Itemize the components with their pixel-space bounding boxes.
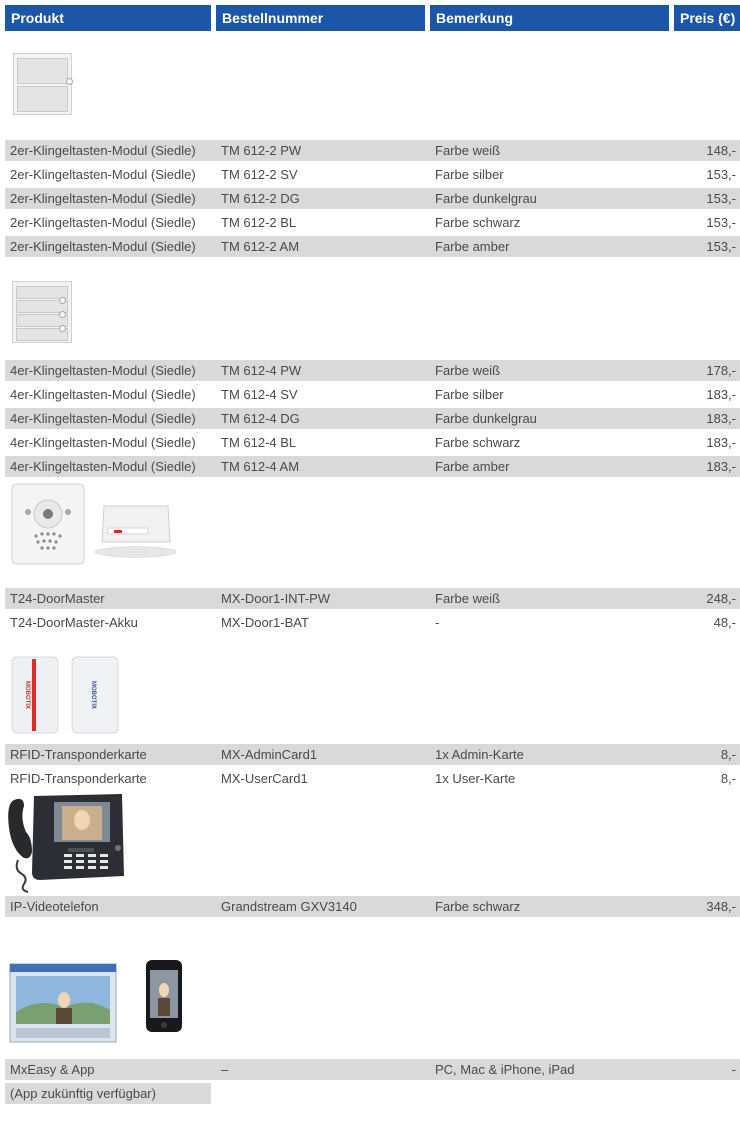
produkt-cell: RFID-Transponderkarte — [10, 771, 147, 786]
bemerkung-cell: PC, Mac & iPhone, iPad — [435, 1062, 575, 1077]
bemerkung-cell: Farbe amber — [435, 459, 510, 474]
preis-cell: 148,- — [706, 143, 736, 158]
table-row: 2er-Klingeltasten-Modul (Siedle) TM 612-… — [5, 236, 740, 257]
preis-cell: 153,- — [706, 191, 736, 206]
table-row: 4er-Klingeltasten-Modul (Siedle) TM 612-… — [5, 456, 740, 477]
preis-cell: 48,- — [713, 615, 736, 630]
produkt-cell: 2er-Klingeltasten-Modul (Siedle) — [10, 143, 196, 158]
mxeasy-and-app-image — [8, 958, 188, 1050]
bestellnummer-cell: TM 612-2 DG — [221, 191, 300, 206]
bemerkung-cell: 1x User-Karte — [435, 771, 516, 786]
table-row: 2er-Klingeltasten-Modul (Siedle) TM 612-… — [5, 140, 740, 161]
bestellnummer-cell: Grandstream GXV3140 — [221, 899, 357, 914]
bemerkung-cell: Farbe dunkelgrau — [435, 411, 537, 426]
produkt-cell: MxEasy & App — [10, 1062, 95, 1077]
preis-cell: 183,- — [706, 459, 736, 474]
table-row: 2er-Klingeltasten-Modul (Siedle) TM 612-… — [5, 188, 740, 209]
produkt-cell: IP-Videotelefon — [10, 899, 99, 914]
siedle-4-button-module-image — [12, 281, 72, 343]
table-row: 4er-Klingeltasten-Modul (Siedle) TM 612-… — [5, 432, 740, 453]
col-header-bemerkung: Bemerkung — [430, 5, 669, 31]
col-header-bestellnummer: Bestellnummer — [216, 5, 425, 31]
preis-cell: - — [731, 1062, 736, 1077]
bemerkung-cell: - — [435, 615, 440, 630]
bemerkung-cell: Farbe dunkelgrau — [435, 191, 537, 206]
table-row: 2er-Klingeltasten-Modul (Siedle) TM 612-… — [5, 212, 740, 233]
produkt-cell: T24-DoorMaster-Akku — [10, 615, 138, 630]
bemerkung-cell: 1x Admin-Karte — [435, 747, 524, 762]
table-row: T24-DoorMaster-Akku MX-Door1-BAT - 48,- — [5, 612, 740, 633]
bestellnummer-cell: MX-Door1-BAT — [221, 615, 309, 630]
preis-cell: 178,- — [706, 363, 736, 378]
bestellnummer-cell: TM 612-2 AM — [221, 239, 300, 254]
bestellnummer-cell: TM 612-4 DG — [221, 411, 300, 426]
bestellnummer-cell: TM 612-4 SV — [221, 387, 298, 402]
bemerkung-cell: Farbe amber — [435, 239, 510, 254]
preis-cell: 153,- — [706, 167, 736, 182]
preis-cell: 153,- — [706, 215, 736, 230]
preis-cell: 348,- — [706, 899, 736, 914]
produkt-cell: T24-DoorMaster — [10, 591, 105, 606]
bemerkung-cell: Farbe weiß — [435, 591, 501, 606]
table-row: IP-Videotelefon Grandstream GXV3140 Farb… — [5, 896, 740, 917]
bestellnummer-cell: MX-UserCard1 — [221, 771, 308, 786]
produkt-cell: 2er-Klingeltasten-Modul (Siedle) — [10, 215, 196, 230]
table-row: RFID-Transponderkarte MX-UserCard1 1x Us… — [5, 768, 740, 789]
bemerkung-cell: Farbe schwarz — [435, 899, 521, 914]
bestellnummer-cell: TM 612-2 PW — [221, 143, 302, 158]
bestellnummer-cell: MX-AdminCard1 — [221, 747, 318, 762]
doormaster-and-battery-image — [8, 476, 178, 580]
ip-video-phone-image — [6, 788, 126, 894]
produkt-cell: 4er-Klingeltasten-Modul (Siedle) — [10, 435, 196, 450]
bemerkung-cell: Farbe silber — [435, 167, 504, 182]
bestellnummer-cell: – — [221, 1062, 229, 1077]
bestellnummer-cell: TM 612-4 AM — [221, 459, 300, 474]
bestellnummer-cell: MX-Door1-INT-PW — [221, 591, 331, 606]
bemerkung-cell: Farbe silber — [435, 387, 504, 402]
produkt-cell: 2er-Klingeltasten-Modul (Siedle) — [10, 239, 196, 254]
siedle-2-button-module-image — [13, 53, 73, 115]
bemerkung-cell: Farbe schwarz — [435, 435, 521, 450]
preis-cell: 183,- — [706, 387, 736, 402]
bestellnummer-cell: TM 612-4 PW — [221, 363, 302, 378]
preis-cell: 183,- — [706, 411, 736, 426]
rfid-cards-image: MOBOTIX MOBOTIX — [10, 655, 120, 737]
table-row: 4er-Klingeltasten-Modul (Siedle) TM 612-… — [5, 408, 740, 429]
produkt-cell: RFID-Transponderkarte — [10, 747, 147, 762]
bemerkung-cell: Farbe schwarz — [435, 215, 521, 230]
preis-cell: 8,- — [720, 747, 736, 762]
bemerkung-cell: Farbe weiß — [435, 363, 501, 378]
rfid-card-brand-logo: MOBOTIX — [24, 681, 30, 709]
bemerkung-cell: Farbe weiß — [435, 143, 501, 158]
table-row: 2er-Klingeltasten-Modul (Siedle) TM 612-… — [5, 164, 740, 185]
bestellnummer-cell: TM 612-4 BL — [221, 435, 297, 450]
preis-cell: 248,- — [706, 591, 736, 606]
produkt-cell: 4er-Klingeltasten-Modul (Siedle) — [10, 387, 196, 402]
produkt-cell: 4er-Klingeltasten-Modul (Siedle) — [10, 459, 196, 474]
col-header-produkt: Produkt — [5, 5, 211, 31]
table-row: RFID-Transponderkarte MX-AdminCard1 1x A… — [5, 744, 740, 765]
produkt-cell: 4er-Klingeltasten-Modul (Siedle) — [10, 411, 196, 426]
produkt-cell: 2er-Klingeltasten-Modul (Siedle) — [10, 167, 196, 182]
preis-cell: 153,- — [706, 239, 736, 254]
produkt-cell: 2er-Klingeltasten-Modul (Siedle) — [10, 191, 196, 206]
table-row: T24-DoorMaster MX-Door1-INT-PW Farbe wei… — [5, 588, 740, 609]
app-availability-note: (App zukünftig verfügbar) — [5, 1083, 211, 1104]
table-row: 4er-Klingeltasten-Modul (Siedle) TM 612-… — [5, 360, 740, 381]
col-header-preis: Preis (€) — [674, 5, 740, 31]
preis-cell: 8,- — [720, 771, 736, 786]
preis-cell: 183,- — [706, 435, 736, 450]
bestellnummer-cell: TM 612-2 BL — [221, 215, 297, 230]
table-row: 4er-Klingeltasten-Modul (Siedle) TM 612-… — [5, 384, 740, 405]
produkt-cell: 4er-Klingeltasten-Modul (Siedle) — [10, 363, 196, 378]
table-row: MxEasy & App – PC, Mac & iPhone, iPad - — [5, 1059, 740, 1080]
rfid-card-brand-logo: MOBOTIX — [90, 681, 96, 709]
bestellnummer-cell: TM 612-2 SV — [221, 167, 298, 182]
